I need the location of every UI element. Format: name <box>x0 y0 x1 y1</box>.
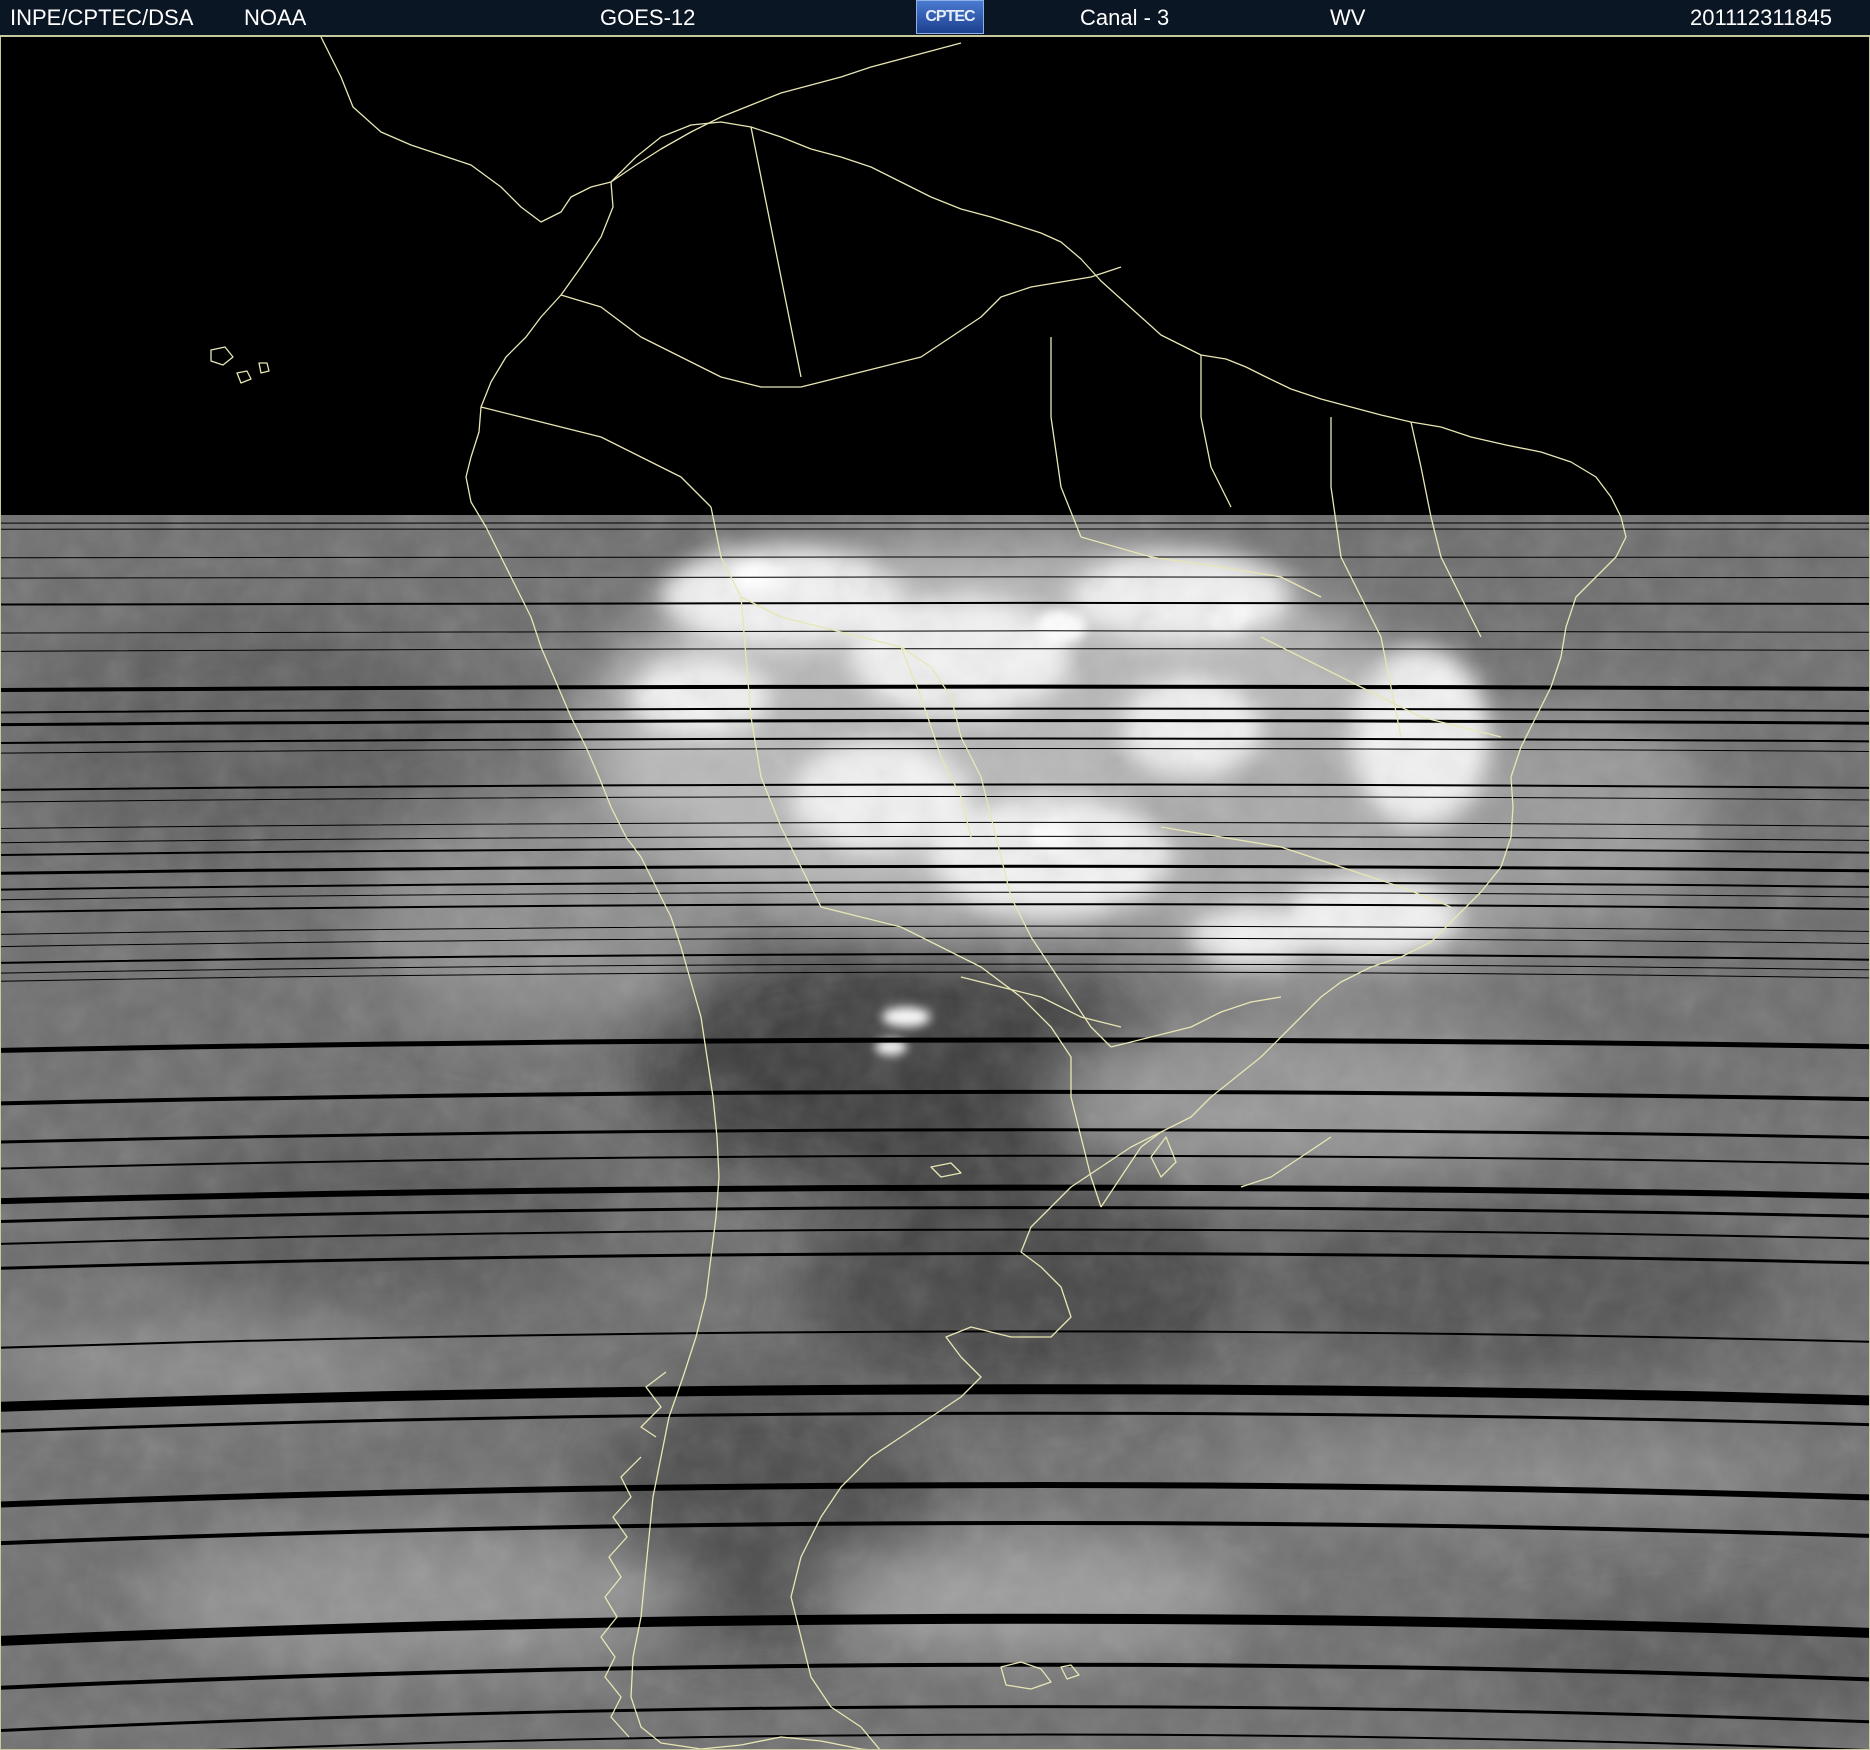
partner-label: NOAA <box>244 5 307 30</box>
agency-label: INPE/CPTEC/DSA <box>10 5 194 30</box>
satellite-label: GOES-12 <box>600 5 696 30</box>
header-bar: INPE/CPTEC/DSA NOAA GOES-12 CPTEC Canal … <box>0 0 1870 36</box>
water-vapor-field <box>1 515 1869 1749</box>
no-data-region <box>1 37 1869 515</box>
satellite-map <box>0 36 1870 1750</box>
cptec-logo: CPTEC <box>916 0 984 34</box>
satellite-image <box>1 37 1869 1749</box>
timestamp-label: 201112311845 <box>1690 5 1832 30</box>
band-label: WV <box>1330 5 1366 30</box>
logo-text: CPTEC <box>925 8 975 25</box>
channel-label: Canal - 3 <box>1080 5 1170 30</box>
